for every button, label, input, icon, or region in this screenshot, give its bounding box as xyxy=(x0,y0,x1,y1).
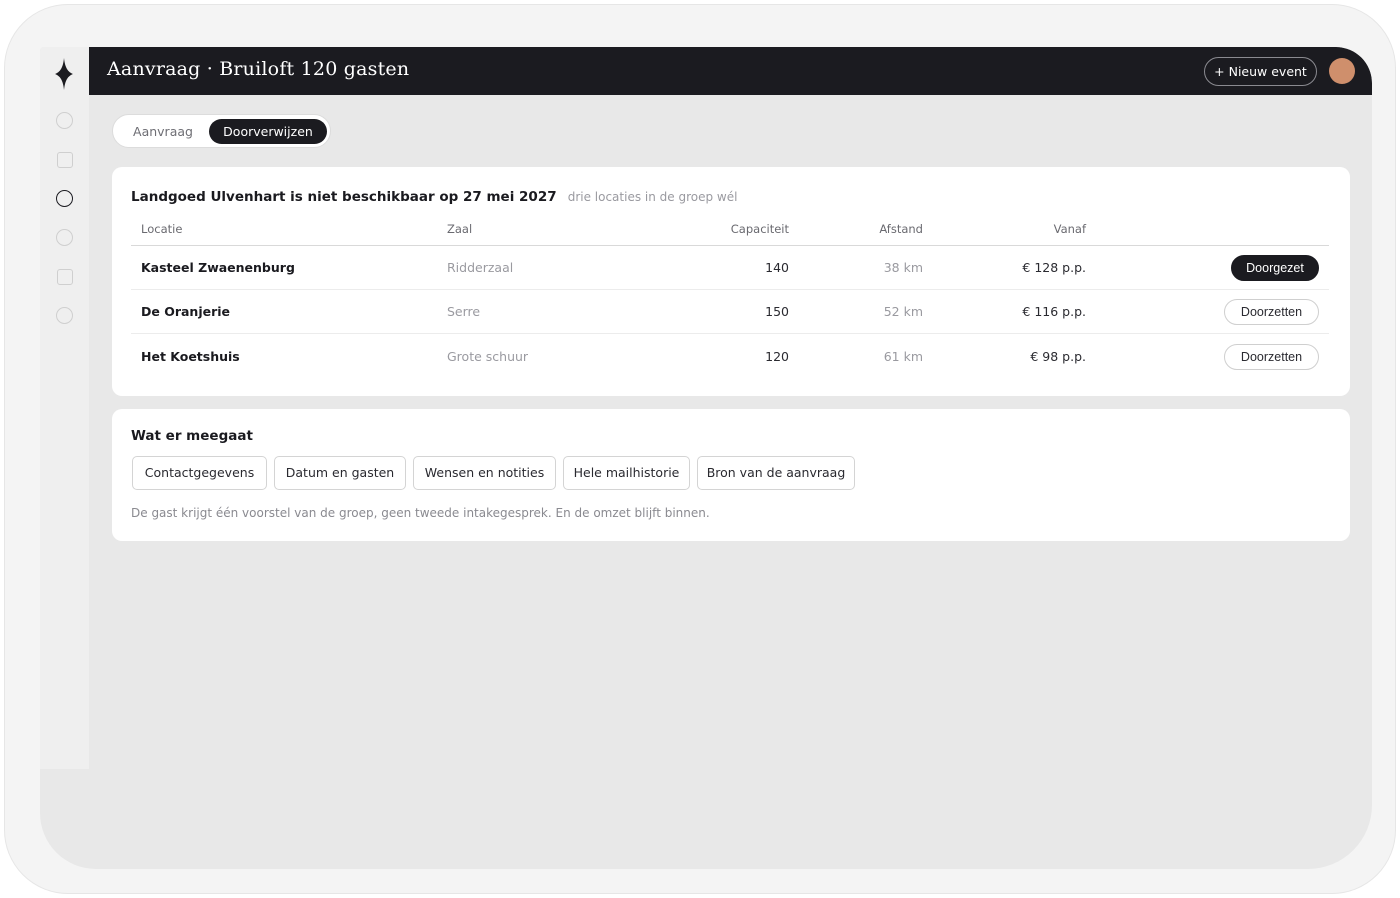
distance-value: 52 km xyxy=(883,304,923,319)
distance-value: 38 km xyxy=(883,260,923,275)
forward-button[interactable]: Doorzetten xyxy=(1224,299,1319,325)
column-header-vanaf: Vanaf xyxy=(1053,222,1086,236)
chip-bron-van-de-aanvraag[interactable]: Bron van de aanvraag xyxy=(697,456,855,490)
sidebar-item-3-circle-icon[interactable] xyxy=(56,190,73,207)
location-name: Het Koetshuis xyxy=(141,349,240,364)
sidebar-rail xyxy=(40,47,89,769)
location-name: Kasteel Zwaenenburg xyxy=(141,260,295,275)
table-row: Kasteel Zwaenenburg Ridderzaal 140 38 km… xyxy=(131,246,1329,290)
sidebar-item-4-circle-icon[interactable] xyxy=(56,229,73,246)
app-screen: Aanvraag · Bruiloft 120 gasten + Nieuw e… xyxy=(40,47,1372,869)
price-value: € 128 p.p. xyxy=(1022,260,1086,275)
column-header-capaciteit: Capaciteit xyxy=(730,222,789,236)
unavailable-message: Landgoed Ulvenhart is niet beschikbaar o… xyxy=(131,189,557,205)
included-note: De gast krijgt één voorstel van de groep… xyxy=(131,506,710,520)
room-name: Serre xyxy=(447,304,481,319)
page-title: Aanvraag · Bruiloft 120 gasten xyxy=(107,58,410,80)
sidebar-item-2-square-icon[interactable] xyxy=(57,152,73,168)
view-toggle: Aanvraag Doorverwijzen xyxy=(112,114,331,148)
avatar[interactable] xyxy=(1329,58,1355,84)
chip-wensen-en-notities[interactable]: Wensen en notities xyxy=(413,456,556,490)
referral-heading: Landgoed Ulvenhart is niet beschikbaar o… xyxy=(131,186,737,205)
price-value: € 116 p.p. xyxy=(1022,304,1086,319)
included-card: Wat er meegaat Contactgegevens Datum en … xyxy=(112,409,1350,541)
chip-datum-en-gasten[interactable]: Datum en gasten xyxy=(274,456,406,490)
forwarded-button[interactable]: Doorgezet xyxy=(1231,255,1319,281)
referral-card: Landgoed Ulvenhart is niet beschikbaar o… xyxy=(112,167,1350,396)
tab-aanvraag[interactable]: Aanvraag xyxy=(119,119,207,144)
sidebar-item-1-circle-icon[interactable] xyxy=(56,112,73,129)
chip-hele-mailhistorie[interactable]: Hele mailhistorie xyxy=(563,456,690,490)
location-name: De Oranjerie xyxy=(141,304,231,319)
column-header-locatie: Locatie xyxy=(141,222,183,236)
capacity-value: 150 xyxy=(765,304,789,319)
capacity-value: 120 xyxy=(765,349,789,364)
capacity-value: 140 xyxy=(765,260,789,275)
tab-doorverwijzen[interactable]: Doorverwijzen xyxy=(209,119,327,144)
table-row: De Oranjerie Serre 150 52 km € 116 p.p. … xyxy=(131,290,1329,334)
device-frame: Aanvraag · Bruiloft 120 gasten + Nieuw e… xyxy=(4,4,1396,894)
room-name: Ridderzaal xyxy=(447,260,514,275)
column-header-zaal: Zaal xyxy=(447,222,473,236)
room-name: Grote schuur xyxy=(447,349,529,364)
distance-value: 61 km xyxy=(883,349,923,364)
new-event-button[interactable]: + Nieuw event xyxy=(1204,57,1317,86)
chip-contactgegevens[interactable]: Contactgegevens xyxy=(132,456,267,490)
included-heading: Wat er meegaat xyxy=(131,428,253,444)
forward-button[interactable]: Doorzetten xyxy=(1224,344,1319,370)
sidebar-item-5-square-icon[interactable] xyxy=(57,269,73,285)
column-header-afstand: Afstand xyxy=(879,222,923,236)
top-bar: Aanvraag · Bruiloft 120 gasten + Nieuw e… xyxy=(89,47,1372,95)
four-point-star-icon[interactable] xyxy=(55,58,73,90)
table-header: Locatie Zaal Capaciteit Afstand Vanaf xyxy=(131,222,1329,246)
sidebar-item-6-circle-icon[interactable] xyxy=(56,307,73,324)
alternatives-hint: drie locaties in de groep wél xyxy=(567,190,738,204)
table-row: Het Koetshuis Grote schuur 120 61 km € 9… xyxy=(131,335,1329,379)
price-value: € 98 p.p. xyxy=(1030,349,1086,364)
